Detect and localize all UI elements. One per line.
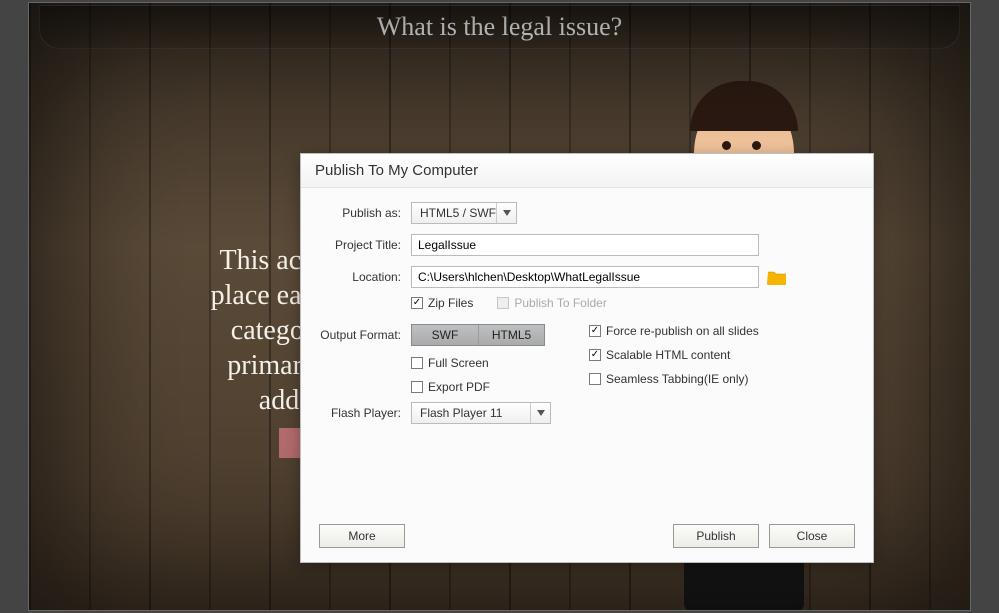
scalable-html-checkbox[interactable]: ✓ Scalable HTML content bbox=[589, 348, 855, 362]
chevron-down-icon bbox=[530, 403, 550, 423]
publish-as-value: HTML5 / SWF bbox=[420, 206, 496, 220]
chevron-down-icon bbox=[496, 203, 516, 223]
page-title: What is the legal issue? bbox=[39, 5, 960, 49]
zip-files-label: Zip Files bbox=[428, 296, 473, 310]
location-input[interactable] bbox=[411, 266, 759, 288]
full-screen-checkbox[interactable]: Full Screen bbox=[411, 356, 579, 370]
force-republish-checkbox[interactable]: ✓ Force re-publish on all slides bbox=[589, 324, 855, 338]
publish-to-folder-label: Publish To Folder bbox=[514, 296, 607, 310]
label-location: Location: bbox=[319, 270, 411, 284]
publish-dialog: Publish To My Computer Publish as: HTML5… bbox=[300, 153, 874, 563]
label-output-format: Output Format: bbox=[319, 328, 411, 342]
project-title-input[interactable] bbox=[411, 234, 759, 256]
dialog-title: Publish To My Computer bbox=[301, 154, 873, 188]
publish-as-combo[interactable]: HTML5 / SWF bbox=[411, 202, 517, 224]
scalable-html-label: Scalable HTML content bbox=[606, 348, 730, 362]
flash-player-combo[interactable]: Flash Player 11 bbox=[411, 402, 551, 424]
label-publish-as: Publish as: bbox=[319, 206, 411, 220]
force-republish-label: Force re-publish on all slides bbox=[606, 324, 759, 338]
export-pdf-checkbox[interactable]: Export PDF bbox=[411, 380, 579, 394]
flash-player-value: Flash Player 11 bbox=[420, 406, 502, 420]
output-format-segmented[interactable]: SWF HTML5 bbox=[411, 324, 545, 346]
export-pdf-label: Export PDF bbox=[428, 380, 490, 394]
full-screen-label: Full Screen bbox=[428, 356, 489, 370]
seamless-tabbing-label: Seamless Tabbing(IE only) bbox=[606, 372, 749, 386]
close-button[interactable]: Close bbox=[769, 524, 855, 548]
more-button[interactable]: More bbox=[319, 524, 405, 548]
publish-button[interactable]: Publish bbox=[673, 524, 759, 548]
seamless-tabbing-checkbox[interactable]: Seamless Tabbing(IE only) bbox=[589, 372, 855, 386]
folder-icon[interactable] bbox=[767, 269, 787, 285]
publish-to-folder-checkbox: Publish To Folder bbox=[497, 296, 607, 310]
zip-files-checkbox[interactable]: ✓ Zip Files bbox=[411, 296, 473, 310]
output-format-swf[interactable]: SWF bbox=[412, 325, 478, 345]
output-format-html5[interactable]: HTML5 bbox=[478, 325, 544, 345]
label-project-title: Project Title: bbox=[319, 238, 411, 252]
label-flash-player: Flash Player: bbox=[319, 406, 411, 420]
